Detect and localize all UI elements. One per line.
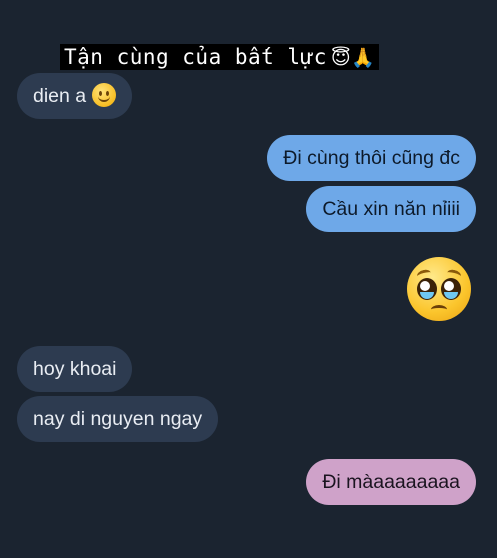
message-text: Đi màaaaaaaaa xyxy=(322,471,460,493)
message-text: hoy khoai xyxy=(33,358,117,380)
outgoing-message: Cầu xin năn nỉiii xyxy=(306,186,476,232)
outgoing-message: Đi màaaaaaaaa xyxy=(306,459,476,505)
caption-emojis: 😇🙏 xyxy=(330,47,376,69)
story-frame: Tận cùng của bất lực 😇🙏 dien a Đi cùng th… xyxy=(0,0,497,558)
story-caption: Tận cùng của bất lực 😇🙏 xyxy=(60,44,380,70)
message-text: nay di nguyen ngay xyxy=(33,408,203,430)
incoming-message: nay di nguyen ngay xyxy=(17,396,219,442)
message-text: Đi cùng thôi cũng đc xyxy=(283,147,460,169)
message-text: dien a xyxy=(33,85,87,107)
slightly-smiling-face-icon xyxy=(92,83,117,107)
incoming-message: hoy khoai xyxy=(17,346,133,392)
outgoing-message: Đi cùng thôi cũng đc xyxy=(267,135,476,181)
pleading-face-icon xyxy=(407,257,471,321)
caption-text: Tận cùng của bất lực xyxy=(64,45,327,69)
incoming-message: dien a xyxy=(17,73,133,119)
message-text: Cầu xin năn nỉiii xyxy=(322,198,460,220)
